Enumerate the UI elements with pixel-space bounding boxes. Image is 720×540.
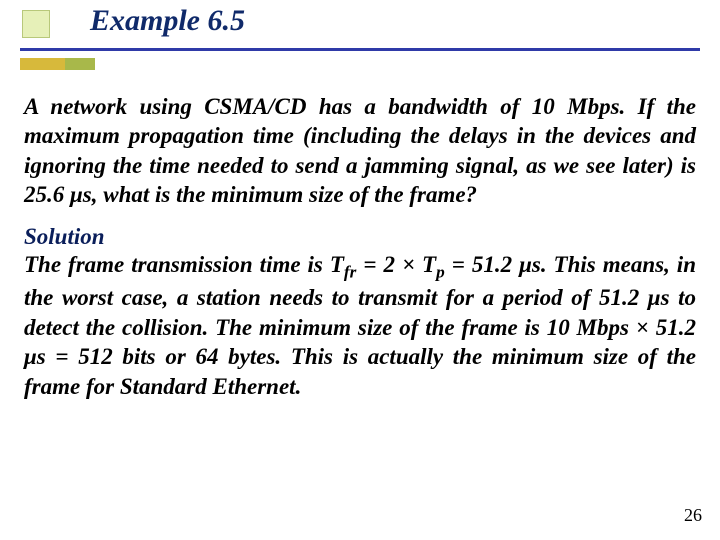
solution-heading: Solution bbox=[24, 224, 696, 250]
divider-olive bbox=[65, 58, 95, 70]
bullet-square-icon bbox=[22, 10, 50, 38]
problem-text: A network using CSMA/CD has a bandwidth … bbox=[24, 92, 696, 210]
solution-text: The frame transmission time is Tfr = 2 ×… bbox=[24, 250, 696, 401]
slide: Example 6.5 A network using CSMA/CD has … bbox=[0, 0, 720, 540]
solution-part: The frame transmission time is T bbox=[24, 252, 344, 277]
slide-body: A network using CSMA/CD has a bandwidth … bbox=[24, 92, 696, 401]
subscript-fr: fr bbox=[344, 262, 356, 281]
slide-header: Example 6.5 bbox=[0, 0, 720, 70]
divider-gold bbox=[20, 58, 65, 70]
solution-part: = 2 × T bbox=[356, 252, 436, 277]
divider-blue bbox=[20, 48, 700, 51]
slide-title: Example 6.5 bbox=[90, 4, 245, 38]
page-number: 26 bbox=[684, 505, 702, 526]
subscript-p: p bbox=[436, 262, 445, 281]
